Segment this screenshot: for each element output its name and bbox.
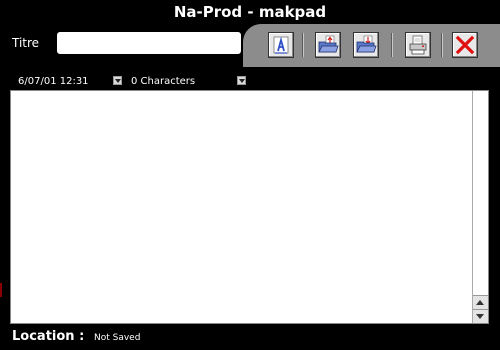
titre-input[interactable] [57,32,241,54]
save-button[interactable] [353,32,379,58]
close-button[interactable] [452,32,478,58]
editor-textarea[interactable] [11,91,472,323]
print-button[interactable] [405,32,431,58]
font-button[interactable] [268,32,294,58]
editor-area [10,90,489,324]
scroll-up-button[interactable] [473,295,488,309]
toolbar-separator [302,33,304,57]
toolbar-separator [441,33,443,57]
window-edge-marker [0,283,2,297]
scroll-down-button[interactable] [473,309,488,323]
character-dropdown-button[interactable] [237,76,246,85]
toolbar-button-panel [243,24,500,67]
printer-icon [409,35,427,55]
window-title[interactable]: Na-Prod - makpad [0,0,500,24]
date-time: 6/07/01 12:31 [18,76,89,87]
folder-save-icon [356,35,377,53]
footer: Location : Not Saved [0,326,500,350]
makpad-window: Na-Prod - makpad Titre 6/07/01 12:31 0 C… [0,0,500,350]
vertical-scrollbar[interactable] [472,91,488,323]
toolbar-separator [391,33,393,57]
titre-label: Titre [12,36,40,50]
character-count: 0 Characters [131,76,196,87]
font-icon [273,36,289,54]
location-value: Not Saved [94,333,141,343]
status-line: 6/07/01 12:31 0 Characters [0,72,500,90]
toolbar: Titre [0,24,500,67]
folder-open-icon [318,35,339,53]
close-icon [455,35,475,55]
open-button[interactable] [315,32,341,58]
date-dropdown-button[interactable] [113,76,122,85]
location-label: Location : [12,329,85,344]
